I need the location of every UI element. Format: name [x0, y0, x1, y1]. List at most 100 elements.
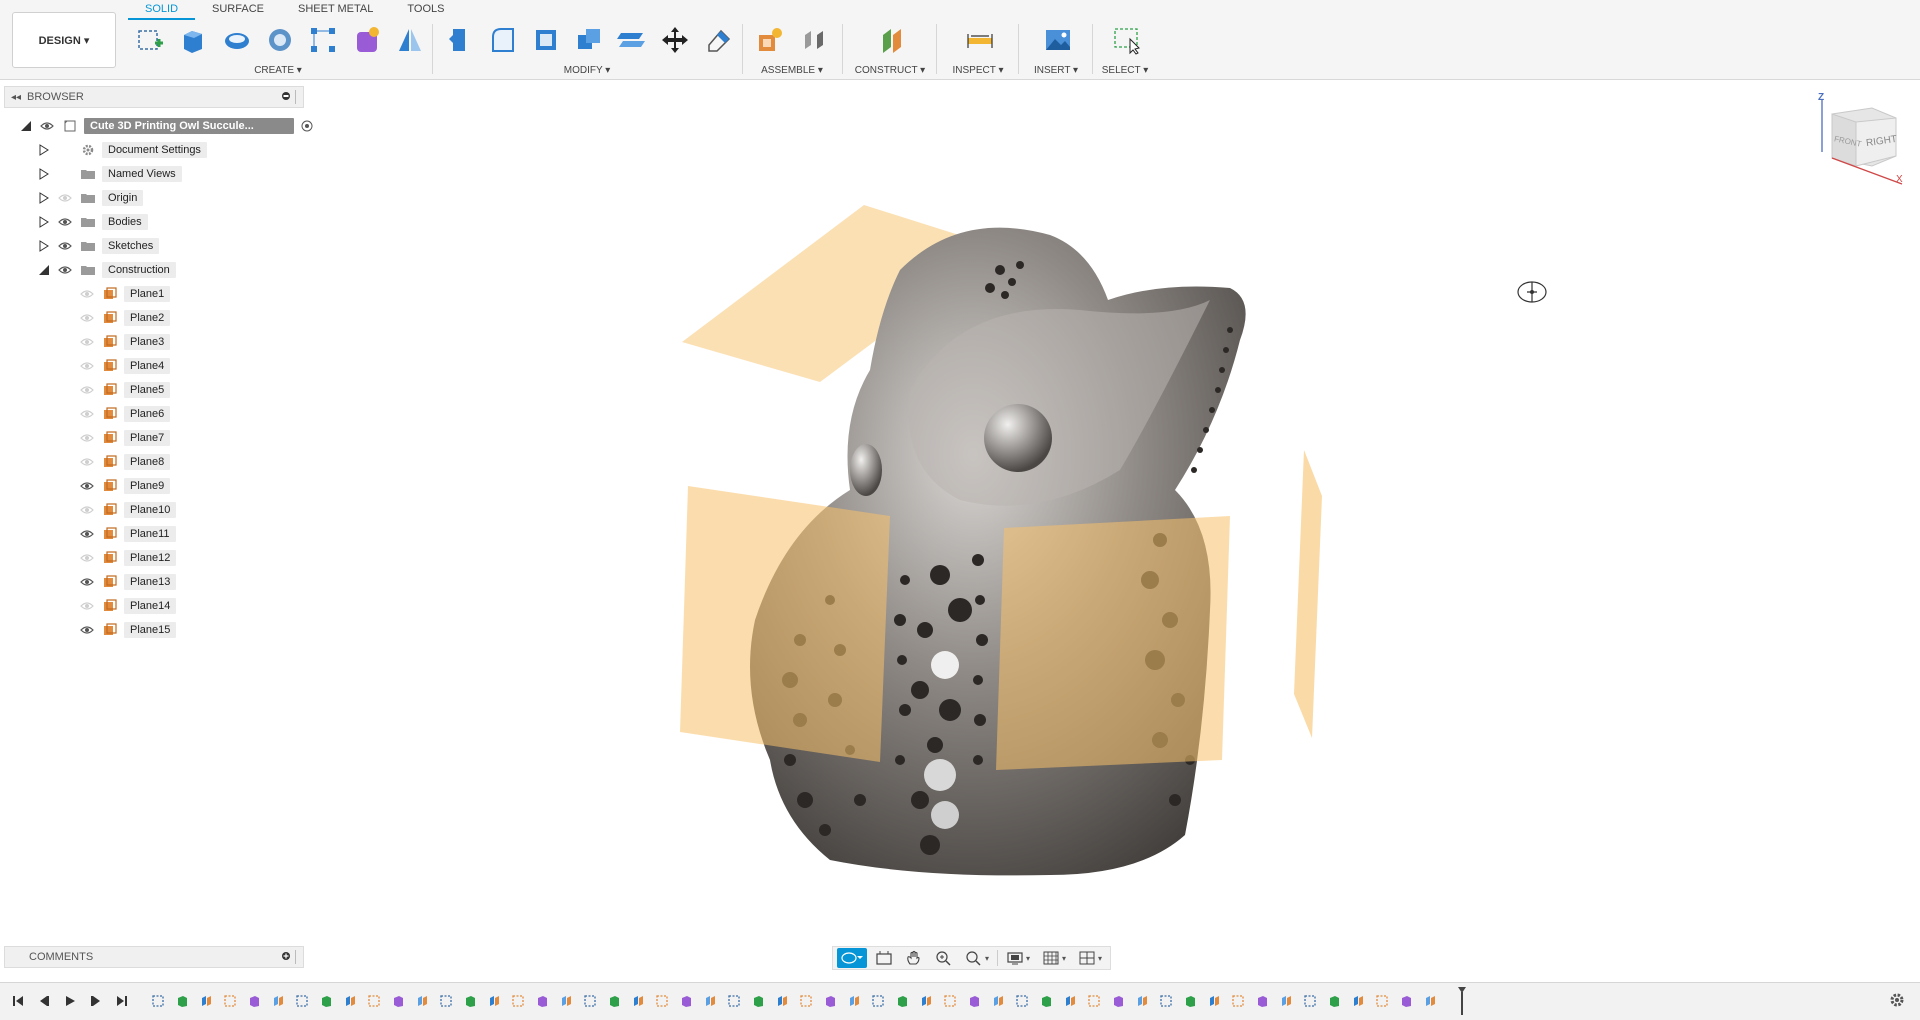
browser-item-plane[interactable]: Plane2 — [74, 308, 171, 328]
viewports-button[interactable]: ▾ — [1074, 948, 1106, 968]
activate-radio-icon[interactable] — [298, 119, 316, 133]
browser-item-plane[interactable]: Plane8 — [74, 452, 171, 472]
browser-item-bodies[interactable]: Bodies — [36, 212, 148, 232]
construction-plane[interactable] — [1294, 450, 1322, 738]
visibility-eye-icon[interactable] — [78, 551, 96, 565]
visibility-eye-icon[interactable] — [56, 215, 74, 229]
visibility-eye-icon[interactable] — [78, 407, 96, 421]
create-group-label[interactable]: CREATE ▾ — [128, 65, 428, 76]
timeline-feature[interactable] — [484, 991, 504, 1011]
sweep-icon[interactable] — [262, 22, 297, 58]
browser-item-construction[interactable]: Construction — [36, 260, 176, 280]
timeline-feature[interactable] — [868, 991, 888, 1011]
timeline-feature[interactable] — [844, 991, 864, 1011]
visibility-eye-icon[interactable] — [78, 575, 96, 589]
timeline-feature[interactable] — [244, 991, 264, 1011]
panel-resize-handle[interactable] — [295, 950, 303, 964]
viewcube[interactable]: Z FRONT RIGHT X — [1810, 92, 1910, 192]
panel-resize-handle[interactable] — [295, 90, 303, 104]
browser-item-document-settings[interactable]: Document Settings — [36, 140, 207, 160]
workspace-dropdown-button[interactable]: DESIGN ▾ — [12, 12, 116, 68]
timeline-feature[interactable] — [1108, 991, 1128, 1011]
add-comment-icon[interactable] — [277, 951, 295, 964]
timeline-feature[interactable] — [196, 991, 216, 1011]
grid-settings-button[interactable]: ▾ — [1038, 948, 1070, 968]
timeline-feature[interactable] — [796, 991, 816, 1011]
expand-arrow-icon[interactable] — [36, 144, 52, 156]
timeline-feature[interactable] — [628, 991, 648, 1011]
step-forward-button[interactable] — [86, 991, 106, 1011]
press-pull-icon[interactable] — [442, 22, 477, 58]
browser-item-plane[interactable]: Plane10 — [74, 500, 177, 520]
modify-group-label[interactable]: MODIFY ▾ — [438, 65, 736, 76]
step-back-button[interactable] — [34, 991, 54, 1011]
timeline-feature[interactable] — [436, 991, 456, 1011]
expand-arrow-icon[interactable] — [18, 120, 34, 132]
timeline-feature[interactable] — [1036, 991, 1056, 1011]
visibility-eye-icon[interactable] — [78, 623, 96, 637]
visibility-eye-icon[interactable] — [78, 599, 96, 613]
timeline-feature[interactable] — [1252, 991, 1272, 1011]
timeline-feature[interactable] — [1324, 991, 1344, 1011]
create-form-icon[interactable] — [349, 22, 384, 58]
construct-group-label[interactable]: CONSTRUCT ▾ — [848, 65, 932, 76]
expand-arrow-icon[interactable] — [36, 192, 52, 204]
create-sketch-icon[interactable] — [132, 22, 167, 58]
visibility-eye-icon[interactable] — [78, 311, 96, 325]
timeline-feature[interactable] — [172, 991, 192, 1011]
visibility-eye-icon[interactable] — [56, 239, 74, 253]
orbit-button[interactable] — [837, 948, 867, 968]
timeline-feature[interactable] — [220, 991, 240, 1011]
timeline-feature[interactable] — [724, 991, 744, 1011]
browser-item-plane[interactable]: Plane11 — [74, 524, 176, 544]
browser-item-plane[interactable]: Plane5 — [74, 380, 171, 400]
timeline-feature[interactable] — [1060, 991, 1080, 1011]
expand-arrow-icon[interactable] — [36, 216, 52, 228]
timeline-feature[interactable] — [1012, 991, 1032, 1011]
browser-item-plane[interactable]: Plane15 — [74, 620, 177, 640]
browser-root-component[interactable]: Cute 3D Printing Owl Succule... — [18, 116, 316, 136]
browser-item-plane[interactable]: Plane3 — [74, 332, 171, 352]
offset-face-icon[interactable] — [615, 22, 650, 58]
timeline-feature[interactable] — [820, 991, 840, 1011]
timeline-feature[interactable] — [1396, 991, 1416, 1011]
measure-icon[interactable] — [962, 22, 998, 58]
timeline-feature[interactable] — [292, 991, 312, 1011]
tab-solid[interactable]: SOLID — [128, 0, 196, 20]
browser-item-plane[interactable]: Plane4 — [74, 356, 171, 376]
expand-arrow-icon[interactable] — [36, 168, 52, 180]
model-render[interactable] — [0, 80, 1920, 970]
inspect-group-label[interactable]: INSPECT ▾ — [942, 65, 1014, 76]
browser-panel-header[interactable]: ◂◂ BROWSER — [4, 86, 304, 108]
timeline-feature[interactable] — [748, 991, 768, 1011]
play-button[interactable] — [60, 991, 80, 1011]
browser-item-origin[interactable]: Origin — [36, 188, 144, 208]
assemble-group-label[interactable]: ASSEMBLE ▾ — [748, 65, 836, 76]
visibility-eye-icon[interactable] — [78, 527, 96, 541]
select-group-label[interactable]: SELECT ▾ — [1098, 65, 1152, 76]
revolve-icon[interactable] — [219, 22, 254, 58]
change-parameters-icon[interactable] — [701, 22, 736, 58]
expand-arrow-icon[interactable] — [36, 264, 52, 276]
pan-button[interactable] — [901, 948, 927, 968]
timeline-feature[interactable] — [916, 991, 936, 1011]
timeline-feature[interactable] — [1180, 991, 1200, 1011]
timeline-feature[interactable] — [532, 991, 552, 1011]
timeline-feature[interactable] — [892, 991, 912, 1011]
timeline-feature[interactable] — [1276, 991, 1296, 1011]
timeline-feature[interactable] — [268, 991, 288, 1011]
fit-dropdown-button[interactable]: ▾ — [961, 948, 993, 968]
browser-item-plane[interactable]: Plane9 — [74, 476, 171, 496]
visibility-eye-icon[interactable] — [78, 455, 96, 469]
timeline-feature[interactable] — [316, 991, 336, 1011]
timeline-feature[interactable] — [1300, 991, 1320, 1011]
new-component-icon[interactable] — [752, 22, 788, 58]
timeline-feature[interactable] — [1132, 991, 1152, 1011]
look-at-button[interactable] — [871, 948, 897, 968]
timeline-feature[interactable] — [388, 991, 408, 1011]
offset-plane-icon[interactable] — [874, 22, 910, 58]
mirror-icon[interactable] — [393, 22, 428, 58]
timeline-feature[interactable] — [988, 991, 1008, 1011]
collapse-panel-icon[interactable]: ◂◂ — [5, 92, 27, 103]
construction-plane[interactable] — [680, 486, 890, 762]
